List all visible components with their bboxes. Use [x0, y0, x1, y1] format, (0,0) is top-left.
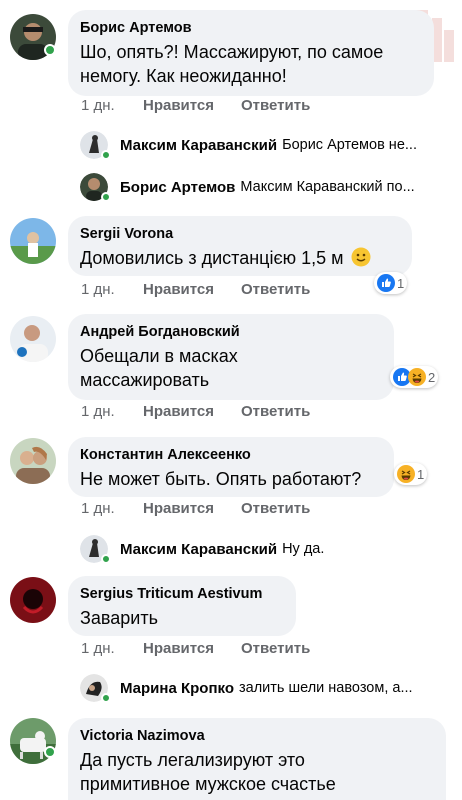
comment-author[interactable]: Борис Артемов — [80, 19, 422, 37]
avatar[interactable] — [10, 316, 56, 362]
reply-avatar — [80, 674, 111, 703]
reaction-summary[interactable]: 2 — [390, 366, 439, 388]
reply-snippet: Максим Караванский по... — [240, 179, 415, 195]
comment-author[interactable]: Константин Алексеенко — [80, 446, 382, 464]
slightly-smiling-face-icon — [351, 247, 371, 267]
comment-time[interactable]: 1 дн. — [81, 403, 143, 421]
reply-author: Максим Караванский — [120, 136, 278, 154]
comment-author[interactable]: Victoria Nazimova — [80, 727, 434, 745]
comment-text-line: Да пусть легализируют это — [80, 750, 305, 770]
comment-bubble: Sergius Triticum Aestivum Заварить — [68, 576, 296, 636]
reaction-count: 2 — [428, 369, 436, 385]
comment-bubble: Борис Артемов Шо, опять?! Массажируют, п… — [68, 10, 434, 96]
reaction-summary[interactable]: 1 — [394, 463, 428, 485]
reply-button[interactable]: Ответить — [241, 500, 310, 518]
reply-snippet: залить шели навозом, а... — [239, 680, 413, 696]
comment-text-line: Шо, опять?! Массажируют, по самое — [80, 42, 384, 62]
comment-text-line: Обещали в масках — [80, 346, 238, 366]
haha-reaction-icon — [397, 465, 415, 483]
like-button[interactable]: Нравится — [143, 640, 241, 658]
comment-time[interactable]: 1 дн. — [81, 500, 143, 518]
haha-reaction-icon — [408, 368, 426, 386]
reply-author: Марина Кропко — [120, 679, 234, 697]
reply-avatar — [80, 535, 111, 564]
comment-text-line: Не может быть. Опять работают? — [80, 469, 362, 489]
comment-actions: 1 дн. Нравится Ответить — [81, 500, 310, 518]
reply-preview[interactable]: Максим Караванский Борис Артемов не... — [80, 131, 417, 160]
avatar[interactable] — [10, 218, 56, 264]
comment-bubble: Константин Алексеенко Не может быть. Опя… — [68, 437, 394, 497]
comment-text-line: Заварить — [80, 608, 158, 628]
online-status-dot — [44, 44, 56, 56]
reply-snippet: Ну да. — [282, 541, 325, 557]
comment-time[interactable]: 1 дн. — [81, 640, 143, 658]
comment-actions: 1 дн. Нравится Ответить — [81, 403, 310, 421]
like-button[interactable]: Нравится — [143, 281, 241, 299]
reply-button[interactable]: Ответить — [241, 97, 310, 115]
comment-text-line: немогу. Как неожиданно! — [80, 66, 287, 86]
comment-author[interactable]: Андрей Богдановский — [80, 323, 382, 341]
comment-bubble: Андрей Богдановский Обещали в масках мас… — [68, 314, 394, 400]
comment-actions: 1 дн. Нравится Ответить — [81, 97, 310, 115]
comment-text: Домовились з дистанцією 1,5 м — [80, 248, 344, 268]
avatar[interactable] — [10, 438, 56, 484]
comment-text-line: массажировать — [80, 370, 210, 390]
online-status-dot — [101, 192, 111, 202]
comment-time[interactable]: 1 дн. — [81, 281, 143, 299]
comment-author[interactable]: Sergii Vorona — [80, 225, 400, 243]
reaction-summary[interactable]: 1 — [374, 272, 408, 294]
online-status-dot — [101, 693, 111, 703]
reply-avatar — [80, 131, 111, 160]
comment-bubble: Sergii Vorona Домовились з дистанцією 1,… — [68, 216, 412, 276]
like-button[interactable]: Нравится — [143, 97, 241, 115]
reaction-count: 1 — [397, 275, 405, 291]
reply-avatar — [80, 173, 111, 202]
comment-actions: 1 дн. Нравится Ответить — [81, 640, 310, 658]
comment-text-line: примитивное мужское счастье — [80, 774, 336, 794]
reply-author: Борис Артемов — [120, 178, 236, 196]
reply-preview[interactable]: Борис Артемов Максим Караванский по... — [80, 173, 415, 202]
reply-author: Максим Караванский — [120, 540, 278, 558]
comment-author[interactable]: Sergius Triticum Aestivum — [80, 585, 284, 603]
reaction-count: 1 — [417, 466, 425, 482]
reply-button[interactable]: Ответить — [241, 281, 310, 299]
comment-bubble: Victoria Nazimova Да пусть легализируют … — [68, 718, 446, 800]
online-status-dot — [44, 746, 56, 758]
online-status-dot — [101, 150, 111, 160]
like-reaction-icon — [377, 274, 395, 292]
reply-preview[interactable]: Марина Кропко залить шели навозом, а... — [80, 674, 413, 703]
reply-snippet: Борис Артемов не... — [282, 137, 417, 153]
reply-button[interactable]: Ответить — [241, 403, 310, 421]
comment-actions: 1 дн. Нравится Ответить — [81, 281, 310, 299]
comment-text-line: Домовились з дистанцією 1,5 м — [80, 246, 400, 270]
reply-preview[interactable]: Максим Караванский Ну да. — [80, 535, 325, 564]
like-button[interactable]: Нравится — [143, 403, 241, 421]
comment-time[interactable]: 1 дн. — [81, 97, 143, 115]
online-status-dot — [101, 554, 111, 564]
like-button[interactable]: Нравится — [143, 500, 241, 518]
reply-button[interactable]: Ответить — [241, 640, 310, 658]
avatar[interactable] — [10, 577, 56, 623]
